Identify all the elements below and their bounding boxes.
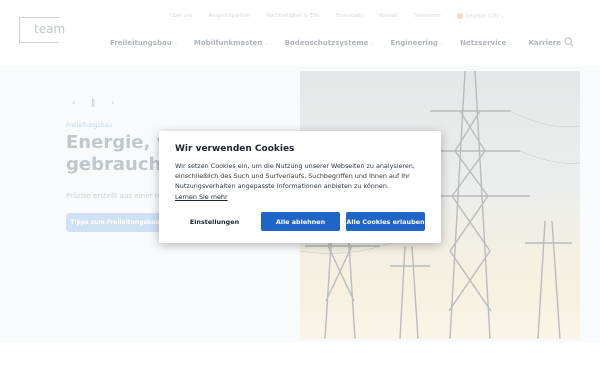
cookie-dialog-body: Wir setzen Cookies ein, um die Nutzung u… (175, 162, 415, 190)
top-utility-bar: Über uns Ansprechpartner Nachhaltigkeit … (170, 13, 570, 20)
language-selector[interactable]: Deutsch (DE) ⌄ (456, 13, 505, 20)
main-navigation: Freileitungsbau ⌄ Mobilfunkmasten ⌄ Bodens… (110, 39, 561, 47)
language-label: Deutsch (DE) (465, 13, 499, 20)
slider-controls: ‹ ‖ › (72, 98, 114, 107)
topbar-link-about[interactable]: Über uns (170, 13, 193, 20)
nav-item-mobilfunkmasten[interactable]: Mobilfunkmasten ⌄ (194, 39, 269, 47)
nav-item-karriere[interactable]: Karriere (529, 39, 561, 47)
topbar-link-contact[interactable]: Kontakt (379, 13, 398, 20)
nav-item-bodenschutzsysteme[interactable]: Bodenschutzsysteme ⌄ (285, 39, 375, 47)
topbar-link-esg[interactable]: Nachhaltigkeit & ESG (266, 13, 319, 20)
cookie-consent-dialog: Wir verwenden Cookies Wir setzen Cookies… (159, 131, 441, 243)
nav-item-netzservice[interactable]: Netzservice ⌄ (460, 39, 512, 47)
nav-item-engineering[interactable]: Engineering ⌄ (390, 39, 444, 47)
prev-slide-icon[interactable]: ‹ (72, 98, 75, 107)
nav-label: Netzservice (460, 39, 507, 47)
nav-label: Engineering (390, 39, 438, 47)
pause-slide-icon[interactable]: ‖ (91, 98, 95, 107)
flag-icon (456, 13, 463, 19)
chevron-down-icon: ⌄ (508, 41, 513, 47)
nav-label: Karriere (528, 39, 562, 47)
nav-label: Freileitungsbau (110, 39, 172, 47)
logo-text: team (34, 22, 66, 36)
topbar-link-newsroom[interactable]: Newsroom (414, 13, 440, 20)
topbar-link-downloads[interactable]: Downloads (336, 13, 363, 20)
nav-label: Mobilfunkmasten (193, 39, 263, 47)
settings-button[interactable]: Einstellungen (175, 212, 254, 231)
topbar-link-contacts[interactable]: Ansprechpartner (209, 13, 251, 20)
chevron-down-icon: ⌄ (500, 13, 505, 20)
learn-more-link[interactable]: Lernen Sie mehr (175, 193, 228, 201)
chevron-down-icon: ⌄ (439, 41, 445, 47)
nav-item-freileitungsbau[interactable]: Freileitungsbau ⌄ (110, 39, 178, 47)
hero-subtitle: Präzise erstellt aus einer Hand (66, 192, 173, 200)
hero-kicker: Freileitungsbau (66, 122, 112, 129)
brand-logo[interactable]: team (19, 17, 65, 43)
cookie-dialog-title: Wir verwenden Cookies (175, 144, 295, 154)
reject-all-button[interactable]: Alle ablehnen (261, 212, 340, 231)
nav-label: Bodenschutzsysteme (284, 39, 369, 47)
accept-all-cookies-button[interactable]: Alle Cookies erlauben (346, 212, 425, 231)
chevron-down-icon: ⌄ (264, 41, 269, 47)
next-slide-icon[interactable]: › (111, 98, 114, 107)
chevron-down-icon: ⌄ (370, 41, 375, 47)
hero-cta-button[interactable]: Tipps zum Freileitungsbau (66, 213, 164, 232)
search-icon[interactable] (564, 37, 574, 47)
chevron-down-icon: ⌄ (173, 41, 178, 47)
